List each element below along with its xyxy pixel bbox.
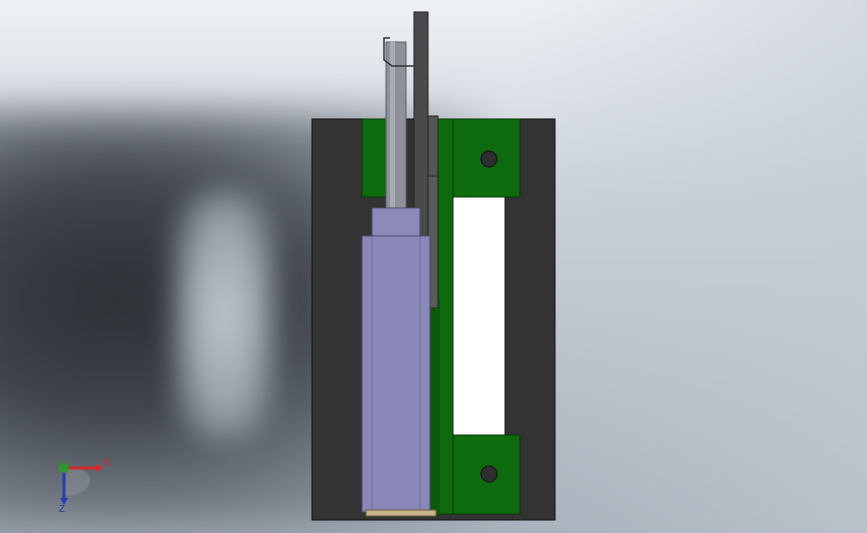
axis-triad: X Y Z <box>40 450 130 520</box>
green-strip-shade <box>430 300 440 514</box>
linkage-collar[interactable] <box>427 115 439 177</box>
triad-arc <box>64 468 91 496</box>
y-axis-label: Y <box>59 459 66 470</box>
cylinder-gland[interactable] <box>371 207 421 237</box>
graphics-viewport[interactable]: X Y Z <box>0 0 867 533</box>
z-axis-label: Z <box>59 504 66 515</box>
triad-graphic <box>59 463 103 505</box>
frame-window <box>452 196 506 436</box>
x-axis-head <box>96 464 103 472</box>
cylinder-rod[interactable] <box>385 41 407 211</box>
bolt-hole-bottom[interactable] <box>480 465 498 483</box>
cylinder-rod-highlight <box>390 42 395 210</box>
bolt-hole-top[interactable] <box>480 150 498 168</box>
cylinder-base[interactable] <box>365 509 437 517</box>
x-axis-label: X <box>103 457 111 469</box>
cad-model[interactable] <box>0 0 867 533</box>
